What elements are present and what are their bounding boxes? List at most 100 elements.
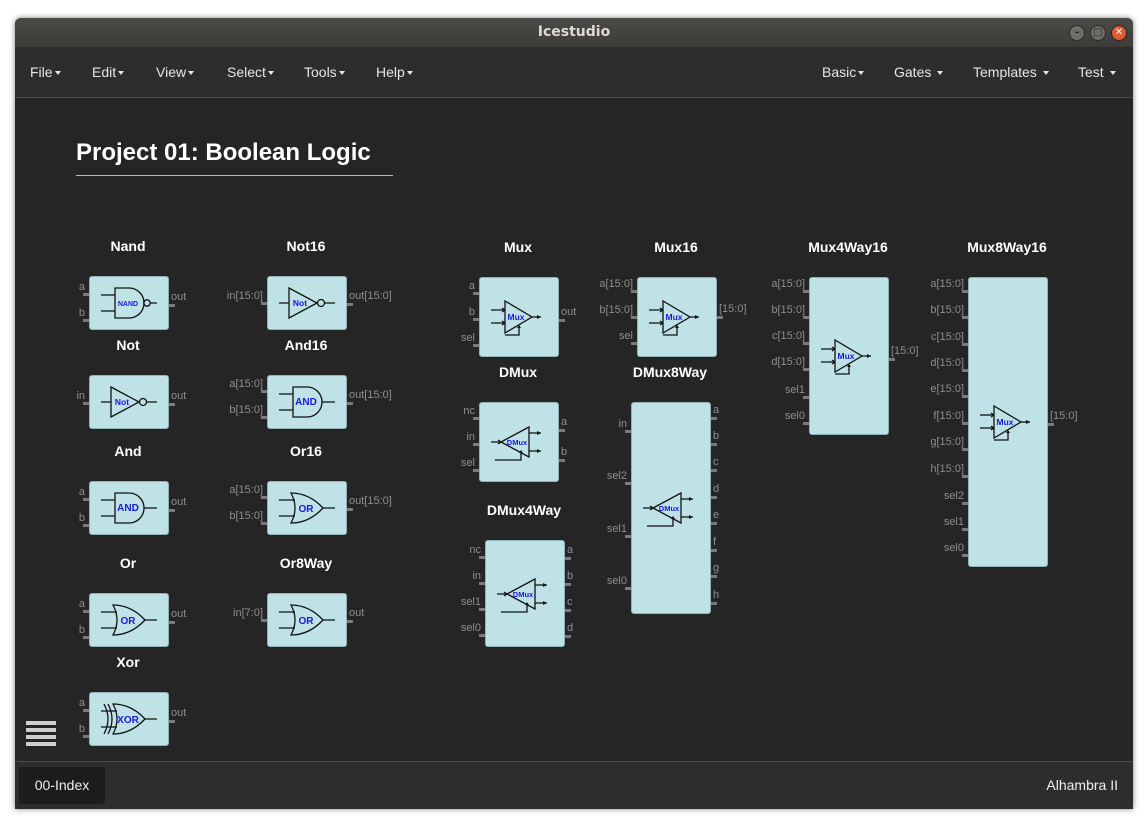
menu-edit[interactable]: Edit [92,47,125,97]
block-body[interactable]: Not [89,375,169,429]
menu-basic[interactable]: Basic [822,47,865,97]
input-port[interactable] [962,475,968,478]
close-icon[interactable]: ✕ [1111,25,1127,41]
output-port[interactable] [565,557,571,560]
output-port[interactable] [711,575,717,578]
maximize-icon[interactable]: □ [1090,25,1106,41]
input-port[interactable] [962,290,968,293]
block-body[interactable]: DMux [485,540,565,647]
block-body[interactable]: Mux [637,277,717,357]
input-port[interactable] [83,636,89,639]
output-port[interactable] [347,620,353,623]
output-port[interactable] [169,403,175,406]
output-port[interactable] [559,319,565,322]
output-port[interactable] [711,443,717,446]
block-body[interactable]: AND [89,481,169,535]
input-port[interactable] [803,316,809,319]
output-port[interactable] [711,602,717,605]
output-port[interactable] [711,417,717,420]
input-port[interactable] [83,402,89,405]
input-port[interactable] [625,587,631,590]
menu-select[interactable]: Select [227,47,274,97]
menu-templates[interactable]: Templates [973,47,1049,97]
input-port[interactable] [962,395,968,398]
block-body[interactable]: Mux [479,277,559,357]
output-port[interactable] [1048,423,1054,426]
input-port[interactable] [473,443,479,446]
output-port[interactable] [347,303,353,306]
input-port[interactable] [83,610,89,613]
block-body[interactable]: XOR [89,692,169,746]
input-port[interactable] [962,316,968,319]
minimize-icon[interactable]: – [1069,25,1085,41]
input-port[interactable] [473,469,479,472]
design-canvas[interactable]: Project 01: Boolean Logic Nand NAND a b out N… [15,98,1133,796]
input-port[interactable] [83,319,89,322]
block-body[interactable]: DMux [631,402,711,614]
input-port[interactable] [803,342,809,345]
output-port[interactable] [347,508,353,511]
output-port[interactable] [169,304,175,307]
input-port[interactable] [261,390,267,393]
input-port[interactable] [83,735,89,738]
input-port[interactable] [261,416,267,419]
input-port[interactable] [625,535,631,538]
menu-gates[interactable]: Gates [894,47,944,97]
output-port[interactable] [565,583,571,586]
block-body[interactable]: DMux [479,402,559,482]
hamburger-menu-icon[interactable] [26,721,56,747]
menu-view[interactable]: View [156,47,195,97]
input-port[interactable] [261,522,267,525]
input-port[interactable] [962,422,968,425]
block-body[interactable]: OR [267,593,347,647]
input-port[interactable] [962,528,968,531]
output-port[interactable] [169,621,175,624]
menu-tools[interactable]: Tools [304,47,345,97]
menu-help[interactable]: Help [376,47,413,97]
input-port[interactable] [479,582,485,585]
input-port[interactable] [962,554,968,557]
input-port[interactable] [803,422,809,425]
output-port[interactable] [559,429,565,432]
input-port[interactable] [479,634,485,637]
input-port[interactable] [479,556,485,559]
input-port[interactable] [83,498,89,501]
menu-test[interactable]: Test [1078,47,1116,97]
output-port[interactable] [889,358,895,361]
tab-index[interactable]: 00-Index [19,767,105,804]
input-port[interactable] [261,496,267,499]
input-port[interactable] [83,709,89,712]
input-port[interactable] [962,502,968,505]
input-port[interactable] [625,430,631,433]
input-port[interactable] [962,369,968,372]
input-port[interactable] [962,343,968,346]
output-port[interactable] [565,635,571,638]
input-port[interactable] [625,482,631,485]
input-port[interactable] [803,290,809,293]
output-port[interactable] [565,609,571,612]
input-port[interactable] [83,293,89,296]
output-port[interactable] [347,402,353,405]
input-port[interactable] [261,302,267,305]
input-port[interactable] [631,316,637,319]
output-port[interactable] [711,496,717,499]
block-body[interactable]: OR [89,593,169,647]
output-port[interactable] [717,316,723,319]
output-port[interactable] [711,549,717,552]
block-body[interactable]: AND [267,375,347,429]
input-port[interactable] [479,608,485,611]
output-port[interactable] [169,509,175,512]
output-port[interactable] [711,522,717,525]
input-port[interactable] [261,619,267,622]
input-port[interactable] [803,396,809,399]
input-port[interactable] [803,368,809,371]
board-name[interactable]: Alhambra II [1046,762,1118,808]
input-port[interactable] [473,292,479,295]
block-body[interactable]: Not [267,276,347,330]
input-port[interactable] [473,318,479,321]
menu-file[interactable]: File [30,47,61,97]
input-port[interactable] [631,342,637,345]
input-port[interactable] [473,344,479,347]
input-port[interactable] [473,417,479,420]
block-body[interactable]: NAND [89,276,169,330]
